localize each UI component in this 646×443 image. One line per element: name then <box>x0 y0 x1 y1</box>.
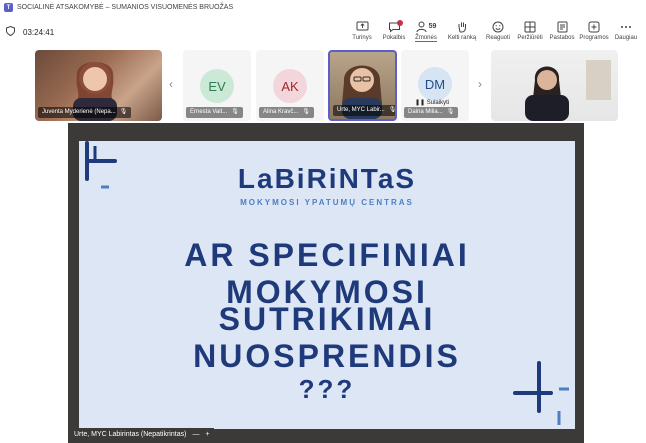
slide-brand-subtitle: MOKYMOSI YPATUMŲ CENTRAS <box>240 198 414 207</box>
previous-arrow-icon[interactable]: ‹ <box>169 77 173 91</box>
raise-hand-label: Kelti ranką <box>447 35 477 41</box>
shield-icon <box>6 25 15 38</box>
participant-tile[interactable]: EV Ernesta Vait... 🎙 <box>183 50 251 121</box>
share-screen-icon <box>356 19 369 34</box>
participant-name: Ernesta Vait... 🎙 <box>186 107 243 118</box>
slide-heading-line-3: ??? <box>298 374 356 404</box>
participant-tile[interactable] <box>491 50 618 121</box>
presenter-name: Urte, MYC Labirintas (Nepatikrintas) <box>74 431 187 438</box>
expand-icon[interactable]: + <box>205 428 209 441</box>
participant-tile[interactable]: Juventa Myderienė (Nepa... 🎙 <box>35 50 162 121</box>
content-button[interactable]: Turinys <box>346 19 378 42</box>
react-button[interactable]: Reaguoti <box>482 19 514 42</box>
notes-button[interactable]: Pastabos <box>546 19 578 42</box>
chat-button[interactable]: Pokalbis <box>378 19 410 42</box>
slide-brand-logo: LaBiRiNTaS <box>237 163 417 194</box>
meeting-toolbar: 03:24:41 Turinys Pokalbis 59 Žmonės Kelt… <box>0 15 646 50</box>
people-count: 59 <box>428 23 437 30</box>
more-button[interactable]: Daugiau <box>610 19 642 42</box>
people-button[interactable]: 59 Žmonės <box>410 19 442 42</box>
participant-name: Alina Kravč... 🎙 <box>259 107 314 118</box>
more-icon <box>620 19 632 34</box>
slide-canvas: LaBiRiNTaS MOKYMOSI YPATUMŲ CENTRAS AR S… <box>79 141 575 429</box>
react-label: Reaguoti <box>485 35 511 41</box>
participant-strip: Juventa Myderienė (Nepa... 🎙 ‹ EV Ernesta… <box>0 49 646 123</box>
participant-video <box>525 60 611 121</box>
add-app-icon <box>588 19 600 34</box>
notification-dot <box>397 20 403 26</box>
shared-slide[interactable]: LaBiRiNTaS MOKYMOSI YPATUMŲ CENTRAS AR S… <box>68 123 584 443</box>
chat-label: Pokalbis <box>382 35 406 41</box>
apps-label: Programos <box>579 35 609 41</box>
more-label: Daugiau <box>614 35 638 41</box>
mic-off-icon: 🎙 <box>119 109 128 115</box>
participant-tile[interactable]: AK Alina Kravč... 🎙 <box>256 50 324 121</box>
participant-name: Daina Milia... 🎙 <box>404 107 459 118</box>
toolbar-actions: Turinys Pokalbis 59 Žmonės Kelti ranką R… <box>346 19 642 42</box>
slide-heading-line-2: SUTRIKIMAI NUOSPRENDIS <box>193 301 461 374</box>
avatar: AK <box>273 69 307 103</box>
apps-button[interactable]: Programos <box>578 19 610 42</box>
teams-logo-icon: T <box>4 3 13 12</box>
minimize-icon[interactable]: — <box>192 428 199 441</box>
hand-icon <box>457 19 468 34</box>
grid-view-icon <box>524 19 536 34</box>
title-bar: T SOCIALINĖ ATSAKOMYBĖ – SUMANIOS VISUOM… <box>0 0 646 15</box>
avatar: EV <box>200 69 234 103</box>
participant-name: Juventa Myderienė (Nepa... 🎙 <box>38 107 132 118</box>
view-label: Peržiūrėti <box>517 35 543 41</box>
participant-name: Urte, MYC Labir... 🎙 <box>333 105 397 116</box>
notes-label: Pastabos <box>549 35 575 41</box>
slide-heading-line-1: AR SPECIFINIAI MOKYMOSI <box>184 237 470 310</box>
shared-content-stage: LaBiRiNTaS MOKYMOSI YPATUMŲ CENTRAS AR S… <box>0 123 646 443</box>
participant-tile[interactable]: DM ❚❚ Sulaikyti Daina Milia... 🎙 <box>401 50 469 121</box>
mic-off-icon: 🎙 <box>231 109 239 115</box>
people-icon: 59 <box>416 19 437 34</box>
raise-hand-button[interactable]: Kelti ranką <box>442 19 482 42</box>
next-arrow-icon[interactable]: › <box>478 77 482 91</box>
mic-off-icon: 🎙 <box>302 109 310 115</box>
status-on-hold: ❚❚ Sulaikyti <box>415 100 450 106</box>
smiley-icon <box>492 19 504 34</box>
participant-tile-active-speaker[interactable]: Urte, MYC Labir... 🎙 <box>328 50 397 121</box>
notes-icon <box>557 19 568 34</box>
elapsed-time: 03:24:41 <box>23 27 55 37</box>
presenter-label: Urte, MYC Labirintas (Nepatikrintas) — + <box>70 428 214 441</box>
meeting-timer: 03:24:41 <box>6 25 55 38</box>
view-button[interactable]: Peržiūrėti <box>514 19 546 42</box>
people-label: Žmonės <box>415 35 437 42</box>
content-label: Turinys <box>352 35 372 41</box>
window-title: SOCIALINĖ ATSAKOMYBĖ – SUMANIOS VISUOMEN… <box>17 4 234 11</box>
avatar: DM <box>418 67 452 101</box>
mic-off-icon: 🎙 <box>388 107 397 113</box>
mic-off-icon: 🎙 <box>446 109 455 115</box>
